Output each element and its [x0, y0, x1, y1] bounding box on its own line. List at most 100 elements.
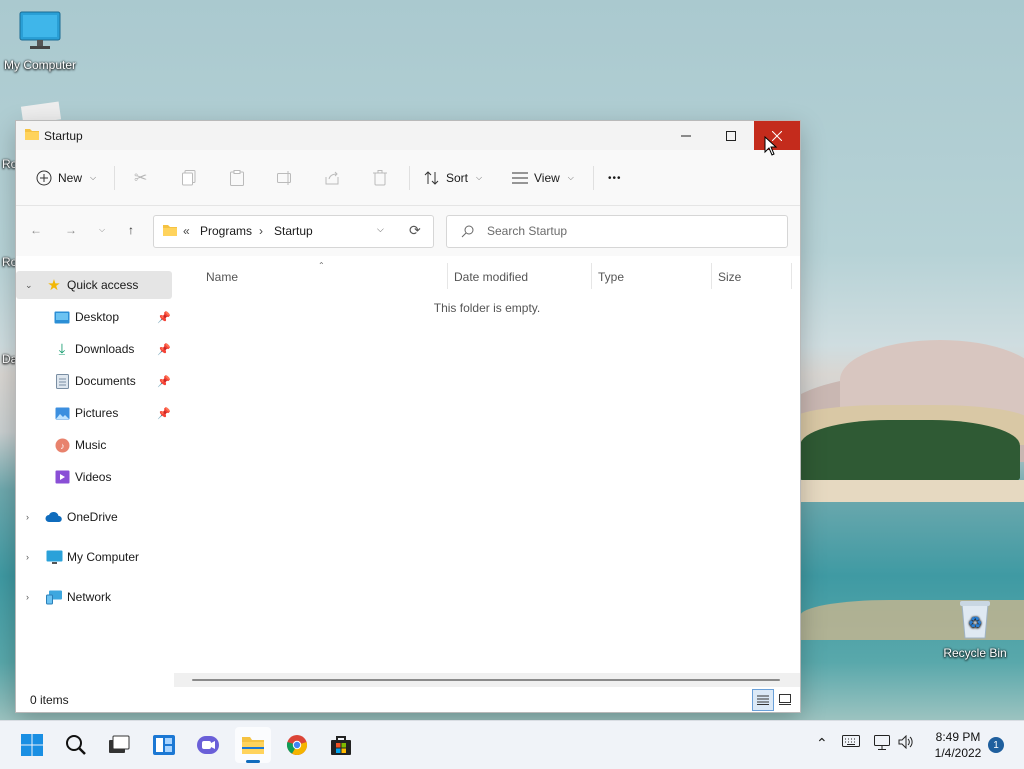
share-icon [325, 171, 339, 185]
more-options-button[interactable]: ••• [608, 163, 622, 193]
nav-item-pictures[interactable]: Pictures 📌 [16, 399, 172, 427]
task-view-button[interactable] [101, 727, 137, 763]
desktop-folder-icon [53, 308, 71, 326]
horizontal-scrollbar[interactable] [174, 673, 800, 687]
music-icon: ♪ [53, 436, 71, 454]
chevron-down-icon[interactable]: ⌵ [377, 224, 384, 235]
view-lines-icon [512, 172, 528, 184]
pin-icon: 📌 [157, 375, 171, 388]
refresh-icon[interactable]: ⟳ [409, 222, 421, 239]
breadcrumb-overflow[interactable]: « [183, 224, 190, 238]
nav-item-my-computer[interactable]: › My Computer [16, 543, 172, 571]
column-header-date-modified[interactable]: Date modified [454, 265, 528, 289]
rename-button[interactable] [277, 163, 293, 193]
column-divider[interactable] [711, 263, 712, 289]
plus-circle-icon [36, 170, 52, 186]
nav-item-label: Network [67, 590, 112, 604]
nav-item-music[interactable]: ♪ Music [16, 431, 172, 459]
column-header-size[interactable]: Size [718, 265, 741, 289]
title-bar[interactable]: Startup [16, 121, 800, 150]
copy-button[interactable] [182, 163, 196, 193]
chrome-button[interactable] [279, 727, 315, 763]
start-button[interactable] [14, 727, 50, 763]
details-view-button[interactable] [752, 689, 774, 711]
breadcrumb-programs[interactable]: Programs [200, 224, 252, 238]
chat-button[interactable] [190, 727, 226, 763]
chevron-down-icon: ⌵ [476, 173, 483, 182]
network-tray-icon[interactable] [874, 735, 892, 754]
maximize-icon [726, 130, 736, 141]
nav-item-videos[interactable]: Videos [16, 463, 172, 491]
forward-button[interactable]: → [59, 218, 83, 242]
search-taskbar-button[interactable] [58, 727, 94, 763]
column-divider[interactable] [447, 263, 448, 289]
search-box[interactable] [446, 215, 788, 248]
search-icon [66, 735, 86, 755]
nav-item-label: My Computer [67, 550, 140, 564]
breadcrumb-startup[interactable]: Startup [274, 224, 313, 238]
file-explorer-taskbar-button[interactable] [235, 727, 271, 763]
delete-button[interactable] [373, 163, 387, 193]
address-row: ← → ⌵ ↑ « Programs › Startup ⌵ ⟳ [16, 206, 800, 256]
nav-item-quick-access[interactable]: ⌄ ★ Quick access [16, 271, 172, 299]
rename-icon [277, 171, 291, 185]
chevron-up-icon[interactable]: ⌃ [816, 735, 828, 752]
nav-item-network[interactable]: › Network [16, 583, 172, 611]
new-button[interactable]: New ⌵ [36, 163, 96, 193]
chevron-right-icon[interactable]: › [26, 512, 29, 522]
clock-time: 8:49 PM [935, 730, 981, 744]
nav-item-documents[interactable]: Documents 📌 [16, 367, 172, 395]
task-view-icon [109, 735, 130, 753]
store-button[interactable] [323, 727, 359, 763]
clock-date: 1/4/2022 [934, 746, 982, 760]
column-divider[interactable] [591, 263, 592, 289]
desktop-icon-recycle-bin[interactable]: ♻ Recycle Bin [935, 598, 1015, 660]
nav-item-onedrive[interactable]: › OneDrive [16, 503, 172, 531]
notification-badge[interactable]: 1 [988, 737, 1004, 753]
breadcrumb-separator-icon: › [259, 224, 263, 238]
chevron-down-icon: ⌵ [567, 173, 574, 182]
column-divider[interactable] [791, 263, 792, 289]
svg-text:♪: ♪ [60, 441, 65, 451]
status-bar: 0 items [16, 687, 800, 712]
tiles-view-button[interactable] [776, 690, 794, 708]
column-label: Name [206, 270, 239, 284]
widgets-button[interactable] [146, 727, 182, 763]
volume-icon[interactable] [898, 734, 914, 752]
share-button[interactable] [325, 163, 341, 193]
maximize-button[interactable] [708, 121, 754, 150]
column-label: Size [718, 270, 742, 284]
sort-button[interactable]: Sort ⌵ [424, 163, 482, 193]
nav-item-desktop[interactable]: Desktop 📌 [16, 303, 172, 331]
view-button[interactable]: View ⌵ [512, 163, 574, 193]
pin-icon: 📌 [157, 343, 171, 356]
paste-button[interactable] [230, 163, 244, 193]
nav-item-label: Desktop [75, 310, 120, 324]
column-header-name[interactable]: Name [206, 265, 238, 289]
column-header-type[interactable]: Type [598, 265, 624, 289]
chevron-down-icon: ⌵ [98, 225, 106, 234]
up-button[interactable]: ↑ [119, 218, 143, 242]
keyboard-icon[interactable] [842, 735, 860, 750]
download-arrow-icon: ⤓ [58, 340, 66, 358]
address-bar[interactable]: « Programs › Startup ⌵ ⟳ [153, 215, 434, 248]
nav-item-label: Music [75, 438, 107, 452]
minimize-button[interactable] [663, 121, 709, 150]
chevron-down-icon[interactable]: ⌄ [25, 280, 33, 291]
scrollbar-thumb[interactable] [192, 679, 780, 681]
chevron-right-icon[interactable]: › [26, 552, 29, 562]
search-input[interactable] [485, 223, 779, 239]
cut-button[interactable]: ✂ [134, 163, 147, 193]
recent-locations-button[interactable]: ⌵ [90, 218, 114, 242]
column-label: Type [598, 270, 625, 284]
clock[interactable]: 8:49 PM 1/4/2022 [918, 729, 998, 761]
picture-icon [53, 404, 71, 422]
folder-icon [242, 737, 264, 754]
navigation-pane: ⌄ ★ Quick access Desktop 📌 ⤓ Downloads 📌… [16, 257, 174, 677]
nav-item-downloads[interactable]: ⤓ Downloads 📌 [16, 335, 172, 363]
back-button[interactable]: ← [24, 218, 48, 242]
divider [593, 166, 594, 190]
chevron-right-icon[interactable]: › [26, 592, 29, 602]
file-explorer-window: Startup New ⌵ ✂ Sort ⌵ View ⌵ ••• ← → ⌵ … [16, 121, 800, 712]
desktop-icon-my-computer[interactable]: My Computer [0, 10, 80, 72]
